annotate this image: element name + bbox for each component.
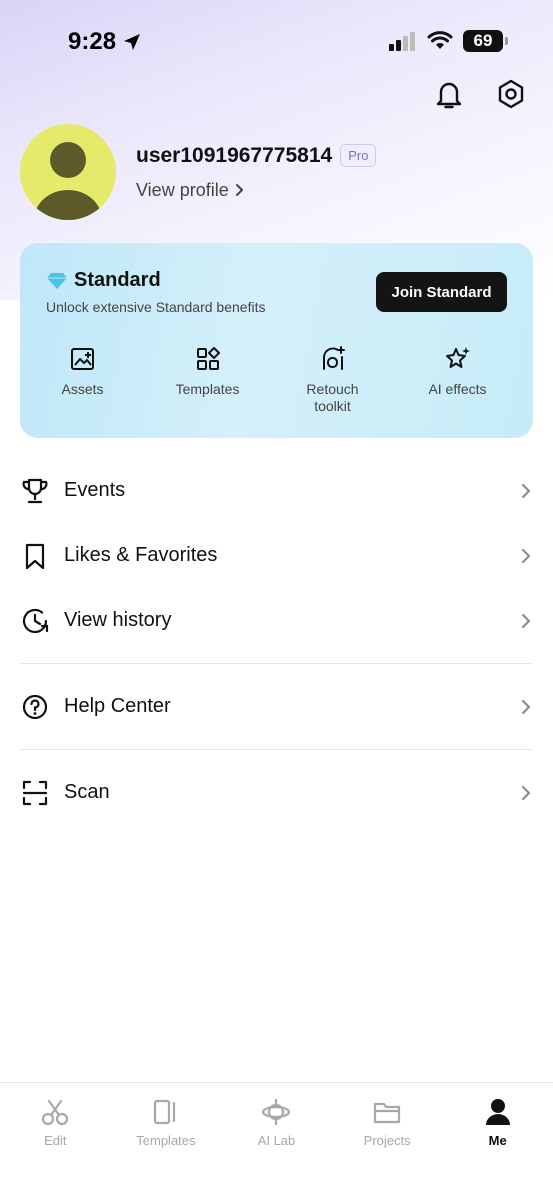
settings-gear-icon[interactable] — [495, 78, 527, 110]
divider — [20, 749, 533, 750]
menu-label: Scan — [64, 781, 110, 803]
menu-label: Likes & Favorites — [64, 544, 218, 566]
menu-list: Events Likes & Favorites View history He… — [0, 458, 553, 825]
username-row: user1091967775814 Pro — [136, 143, 377, 168]
tab-edit[interactable]: Edit — [0, 1083, 111, 1200]
ai-lab-icon — [262, 1098, 291, 1126]
grid-icon — [196, 347, 220, 370]
chevron-right-icon — [522, 785, 530, 800]
benefit-label: Templates — [175, 381, 240, 397]
trophy-icon — [22, 478, 48, 503]
tab-label: Me — [488, 1133, 507, 1148]
join-standard-button[interactable]: Join Standard — [376, 272, 507, 312]
chevron-right-icon — [522, 699, 530, 714]
status-indicators: 69 — [389, 30, 508, 52]
chevron-right-icon — [522, 483, 530, 498]
view-profile-label: View profile — [136, 179, 229, 200]
tab-templates[interactable]: Templates — [111, 1083, 222, 1200]
standard-title-row: Standard — [46, 269, 161, 292]
person-icon — [485, 1099, 510, 1125]
help-circle-icon — [22, 694, 48, 719]
default-avatar-icon — [34, 142, 102, 220]
tab-label: Projects — [363, 1133, 411, 1148]
history-icon — [22, 608, 49, 633]
standard-title: Standard — [74, 269, 161, 291]
bell-icon[interactable] — [433, 78, 465, 110]
menu-item-likes-favorites[interactable]: Likes & Favorites — [0, 523, 553, 588]
benefit-ai-effects[interactable]: AI effects — [395, 345, 520, 415]
standard-membership-card: Standard Unlock extensive Standard benef… — [20, 243, 533, 438]
menu-item-view-history[interactable]: View history — [0, 588, 553, 653]
tab-ai-lab[interactable]: AI Lab — [221, 1083, 332, 1200]
status-time: 9:28 — [68, 28, 117, 55]
benefit-label: AI effects — [428, 381, 487, 397]
bottom-tab-bar: Edit Templates AI Lab Projects Me — [0, 1082, 553, 1200]
tab-projects[interactable]: Projects — [332, 1083, 443, 1200]
scissors-icon — [42, 1099, 69, 1126]
diamond-icon — [47, 272, 67, 289]
menu-item-events[interactable]: Events — [0, 458, 553, 523]
profile-info: user1091967775814 Pro View profile — [136, 143, 377, 201]
scan-icon — [22, 780, 48, 805]
benefit-label: Retouch toolkit — [306, 381, 359, 414]
cellular-signal-icon — [389, 32, 415, 51]
battery-indicator: 69 — [463, 30, 508, 52]
tab-label: Templates — [136, 1133, 196, 1148]
tab-me[interactable]: Me — [442, 1083, 553, 1200]
menu-label: View history — [64, 609, 172, 631]
pro-badge: Pro — [340, 144, 377, 167]
chevron-right-icon — [235, 184, 243, 196]
sparkle-icon — [445, 347, 470, 368]
location-arrow-icon — [124, 34, 141, 50]
profile-section: user1091967775814 Pro View profile — [20, 124, 377, 220]
benefit-retouch-toolkit[interactable]: Retouch toolkit — [270, 345, 395, 415]
username: user1091967775814 — [136, 143, 333, 167]
chevron-right-icon — [522, 613, 530, 628]
menu-item-help-center[interactable]: Help Center — [0, 674, 553, 739]
face-retouch-icon — [322, 346, 345, 370]
divider — [20, 663, 533, 664]
menu-label: Help Center — [64, 695, 171, 717]
view-profile-link[interactable]: View profile — [136, 180, 376, 201]
header-actions — [433, 78, 527, 110]
status-bar: 9:28 69 — [0, 0, 553, 80]
tab-label: AI Lab — [257, 1133, 296, 1148]
avatar[interactable] — [20, 124, 116, 220]
standard-subtitle: Unlock extensive Standard benefits — [46, 299, 266, 315]
menu-label: Events — [64, 479, 126, 501]
status-time-group: 9:28 — [68, 28, 142, 56]
benefits-row: Assets Templates Retouch toolkit AI effe… — [20, 345, 533, 415]
chevron-right-icon — [522, 548, 530, 563]
image-plus-icon — [70, 348, 94, 370]
folder-icon — [373, 1102, 401, 1124]
template-icon — [153, 1099, 175, 1125]
benefit-assets[interactable]: Assets — [20, 345, 145, 415]
wifi-icon — [427, 31, 453, 49]
benefit-label: Assets — [61, 381, 104, 397]
battery-level: 69 — [473, 31, 493, 50]
bookmark-icon — [25, 543, 45, 569]
menu-item-scan[interactable]: Scan — [0, 760, 553, 825]
benefit-templates[interactable]: Templates — [145, 345, 270, 415]
tab-label: Edit — [44, 1133, 67, 1148]
